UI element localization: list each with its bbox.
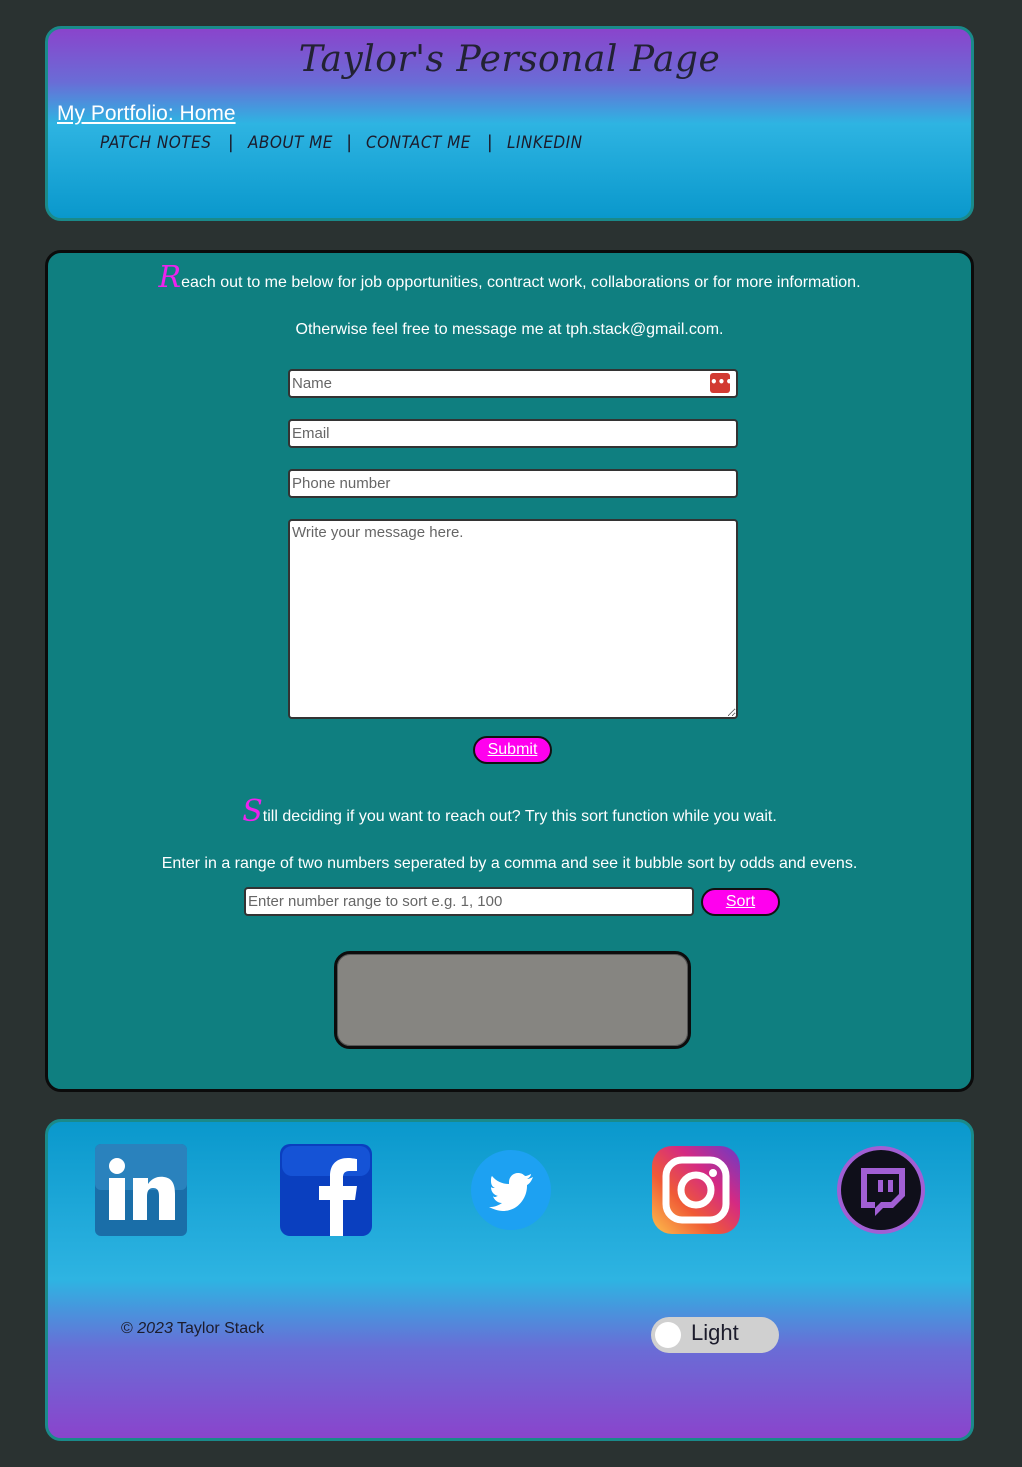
email-field[interactable] bbox=[288, 419, 738, 448]
theme-toggle-label: Light bbox=[691, 1320, 739, 1345]
sort-button[interactable]: Sort bbox=[701, 888, 780, 916]
nav-separator: | bbox=[227, 132, 234, 153]
submit-button[interactable]: Submit bbox=[473, 736, 552, 764]
nav-separator: | bbox=[486, 132, 493, 153]
linkedin-icon[interactable] bbox=[95, 1144, 187, 1236]
copyright-name: Taylor Stack bbox=[177, 1320, 265, 1337]
contact-section: Reach out to me below for job opportunit… bbox=[45, 250, 974, 1092]
site-header: Taylor's Personal Page My Portfolio: Hom… bbox=[45, 26, 974, 221]
copyright-year: 2023 bbox=[137, 1320, 173, 1337]
nav-item-contact-me[interactable]: CONTACT ME bbox=[366, 133, 471, 153]
drop-cap: S bbox=[242, 794, 263, 829]
nav-item-patch-notes[interactable]: PATCH NOTES bbox=[100, 133, 211, 153]
page-title: Taylor's Personal Page bbox=[298, 39, 721, 80]
nav-item-linkedin[interactable]: LINKEDIN bbox=[507, 133, 583, 153]
site-footer: © 2023 Taylor Stack Light bbox=[45, 1119, 974, 1441]
email-line: Otherwise feel free to message me at tph… bbox=[295, 321, 724, 338]
drop-cap: R bbox=[158, 260, 182, 295]
theme-toggle[interactable]: Light bbox=[651, 1317, 779, 1353]
password-manager-icon[interactable]: ••• bbox=[710, 373, 733, 393]
message-field[interactable] bbox=[288, 519, 738, 719]
copyright-symbol: © bbox=[121, 1320, 133, 1337]
sort-result-box bbox=[334, 951, 691, 1049]
sorter-intro: Still deciding if you want to reach out?… bbox=[48, 797, 971, 827]
sorter-intro-text: till deciding if you want to reach out? … bbox=[262, 808, 777, 825]
contact-intro-text: each out to me below for job opportuniti… bbox=[181, 274, 861, 291]
instagram-icon[interactable] bbox=[650, 1144, 742, 1236]
copyright: © 2023 Taylor Stack bbox=[121, 1320, 264, 1338]
sort-range-input[interactable] bbox=[244, 887, 694, 916]
twitter-icon[interactable] bbox=[465, 1144, 557, 1236]
home-link[interactable]: My Portfolio: Home bbox=[57, 102, 236, 126]
nav-item-about-me[interactable]: ABOUT ME bbox=[248, 133, 333, 153]
phone-field[interactable] bbox=[288, 469, 738, 498]
sorter-instructions: Enter in a range of two numbers seperate… bbox=[161, 855, 858, 872]
toggle-knob[interactable] bbox=[655, 1322, 681, 1348]
contact-intro: Reach out to me below for job opportunit… bbox=[48, 263, 971, 293]
name-field[interactable] bbox=[288, 369, 738, 398]
facebook-icon[interactable] bbox=[280, 1144, 372, 1236]
nav-separator: | bbox=[346, 132, 353, 153]
twitch-icon[interactable] bbox=[835, 1144, 927, 1236]
nav-bar: PATCH NOTES | ABOUT ME | CONTACT ME | LI… bbox=[100, 132, 591, 153]
